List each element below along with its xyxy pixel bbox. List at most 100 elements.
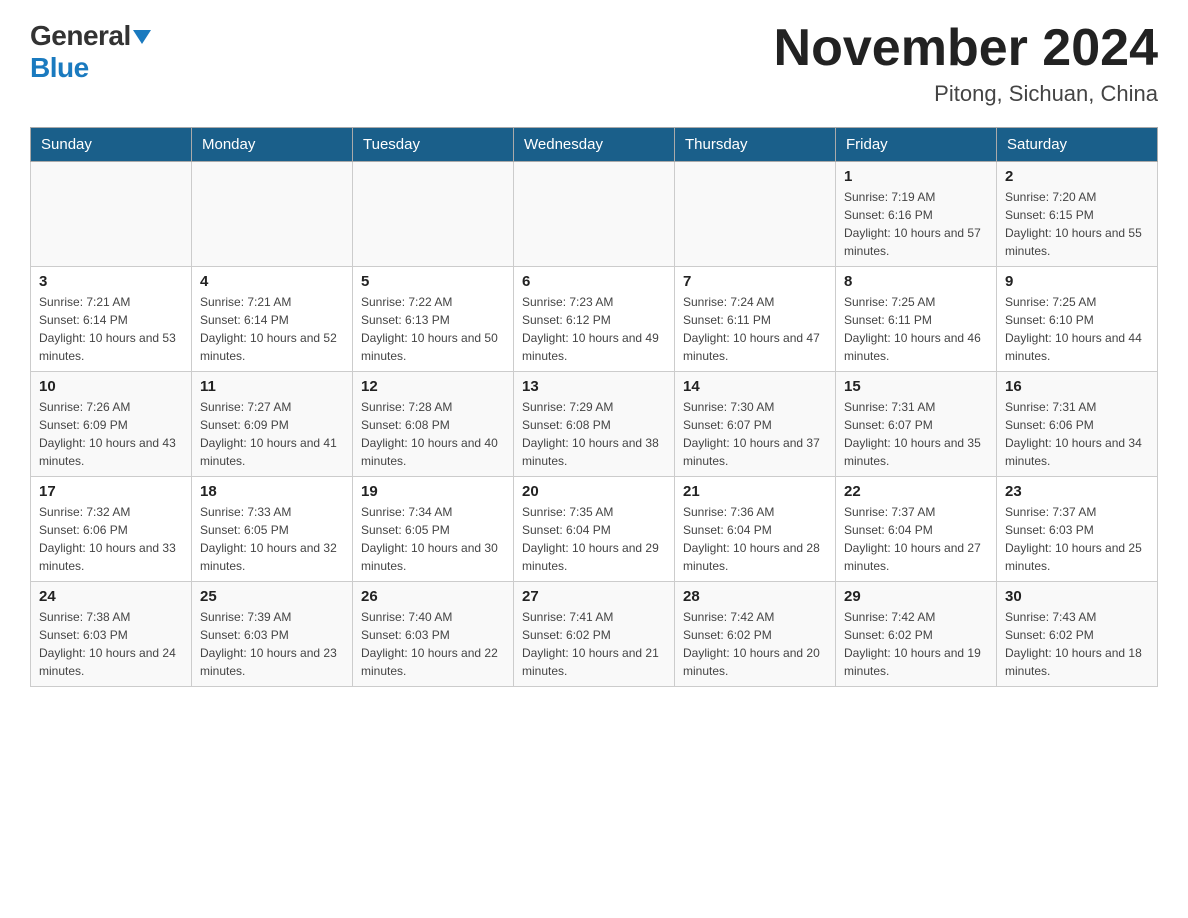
- day-number: 2: [1005, 168, 1149, 185]
- calendar-cell: 21 Sunrise: 7:36 AMSunset: 6:04 PMDayligh…: [675, 477, 836, 582]
- day-number: 8: [844, 273, 988, 290]
- day-number: 3: [39, 273, 183, 290]
- calendar-cell: 4 Sunrise: 7:21 AMSunset: 6:14 PMDaylight…: [192, 267, 353, 372]
- week-row-4: 17 Sunrise: 7:32 AMSunset: 6:06 PMDayligh…: [31, 477, 1158, 582]
- calendar-cell: [675, 162, 836, 267]
- calendar-cell: 26 Sunrise: 7:40 AMSunset: 6:03 PMDayligh…: [353, 582, 514, 687]
- day-number: 13: [522, 378, 666, 395]
- day-info: Sunrise: 7:37 AMSunset: 6:04 PMDaylight:…: [844, 503, 988, 575]
- logo-bottom-line: Blue: [30, 52, 89, 84]
- day-info: Sunrise: 7:38 AMSunset: 6:03 PMDaylight:…: [39, 608, 183, 680]
- calendar-cell: 14Sunrise: 7:30 AMSunset: 6:07 PMDayligh…: [675, 372, 836, 477]
- calendar-cell: 18 Sunrise: 7:33 AMSunset: 6:05 PMDayligh…: [192, 477, 353, 582]
- page-header: General Blue November 2024 Pitong, Sichu…: [30, 20, 1158, 107]
- day-info: Sunrise: 7:33 AMSunset: 6:05 PMDaylight:…: [200, 503, 344, 575]
- weekday-header-monday: Monday: [192, 128, 353, 162]
- day-info: Sunrise: 7:34 AMSunset: 6:05 PMDaylight:…: [361, 503, 505, 575]
- calendar-cell: 13Sunrise: 7:29 AMSunset: 6:08 PMDayligh…: [514, 372, 675, 477]
- day-info: Sunrise: 7:39 AMSunset: 6:03 PMDaylight:…: [200, 608, 344, 680]
- calendar-cell: 19 Sunrise: 7:34 AMSunset: 6:05 PMDayligh…: [353, 477, 514, 582]
- weekday-header-row: SundayMondayTuesdayWednesdayThursdayFrid…: [31, 128, 1158, 162]
- calendar-cell: 3 Sunrise: 7:21 AMSunset: 6:14 PMDaylight…: [31, 267, 192, 372]
- day-number: 12: [361, 378, 505, 395]
- day-info: Sunrise: 7:36 AMSunset: 6:04 PMDaylight:…: [683, 503, 827, 575]
- day-number: 25: [200, 588, 344, 605]
- calendar-cell: 8 Sunrise: 7:25 AMSunset: 6:11 PMDaylight…: [836, 267, 997, 372]
- day-number: 23: [1005, 483, 1149, 500]
- calendar-cell: 11 Sunrise: 7:27 AMSunset: 6:09 PMDayligh…: [192, 372, 353, 477]
- week-row-3: 10Sunrise: 7:26 AMSunset: 6:09 PMDayligh…: [31, 372, 1158, 477]
- logo-blue-text: Blue: [30, 52, 89, 83]
- day-number: 19: [361, 483, 505, 500]
- day-number: 28: [683, 588, 827, 605]
- day-info: Sunrise: 7:40 AMSunset: 6:03 PMDaylight:…: [361, 608, 505, 680]
- day-number: 27: [522, 588, 666, 605]
- day-number: 29: [844, 588, 988, 605]
- day-number: 26: [361, 588, 505, 605]
- calendar-cell: [31, 162, 192, 267]
- day-info: Sunrise: 7:37 AMSunset: 6:03 PMDaylight:…: [1005, 503, 1149, 575]
- calendar-cell: 28 Sunrise: 7:42 AMSunset: 6:02 PMDayligh…: [675, 582, 836, 687]
- day-number: 30: [1005, 588, 1149, 605]
- day-number: 7: [683, 273, 827, 290]
- calendar-cell: 16Sunrise: 7:31 AMSunset: 6:06 PMDayligh…: [997, 372, 1158, 477]
- day-info: Sunrise: 7:20 AMSunset: 6:15 PMDaylight:…: [1005, 188, 1149, 260]
- day-number: 22: [844, 483, 988, 500]
- logo-top-line: General: [30, 20, 151, 52]
- day-number: 21: [683, 483, 827, 500]
- calendar-cell: 17 Sunrise: 7:32 AMSunset: 6:06 PMDayligh…: [31, 477, 192, 582]
- weekday-header-friday: Friday: [836, 128, 997, 162]
- location-title: Pitong, Sichuan, China: [774, 81, 1158, 107]
- day-number: 4: [200, 273, 344, 290]
- weekday-header-saturday: Saturday: [997, 128, 1158, 162]
- week-row-2: 3 Sunrise: 7:21 AMSunset: 6:14 PMDaylight…: [31, 267, 1158, 372]
- calendar-cell: 5Sunrise: 7:22 AMSunset: 6:13 PMDaylight…: [353, 267, 514, 372]
- calendar-cell: 22 Sunrise: 7:37 AMSunset: 6:04 PMDayligh…: [836, 477, 997, 582]
- calendar-cell: 12 Sunrise: 7:28 AMSunset: 6:08 PMDayligh…: [353, 372, 514, 477]
- day-info: Sunrise: 7:35 AMSunset: 6:04 PMDaylight:…: [522, 503, 666, 575]
- day-number: 9: [1005, 273, 1149, 290]
- day-info: Sunrise: 7:31 AMSunset: 6:06 PMDaylight:…: [1005, 398, 1149, 470]
- logo-general-text: General: [30, 20, 131, 51]
- calendar-cell: 15Sunrise: 7:31 AMSunset: 6:07 PMDayligh…: [836, 372, 997, 477]
- week-row-5: 24Sunrise: 7:38 AMSunset: 6:03 PMDayligh…: [31, 582, 1158, 687]
- day-info: Sunrise: 7:32 AMSunset: 6:06 PMDaylight:…: [39, 503, 183, 575]
- day-info: Sunrise: 7:23 AMSunset: 6:12 PMDaylight:…: [522, 293, 666, 365]
- day-info: Sunrise: 7:21 AMSunset: 6:14 PMDaylight:…: [39, 293, 183, 365]
- day-number: 14: [683, 378, 827, 395]
- calendar-cell: 7Sunrise: 7:24 AMSunset: 6:11 PMDaylight…: [675, 267, 836, 372]
- day-number: 18: [200, 483, 344, 500]
- month-title: November 2024: [774, 20, 1158, 77]
- calendar-cell: 30Sunrise: 7:43 AMSunset: 6:02 PMDayligh…: [997, 582, 1158, 687]
- calendar-table: SundayMondayTuesdayWednesdayThursdayFrid…: [30, 127, 1158, 687]
- calendar-cell: [514, 162, 675, 267]
- day-info: Sunrise: 7:25 AMSunset: 6:10 PMDaylight:…: [1005, 293, 1149, 365]
- day-number: 5: [361, 273, 505, 290]
- day-info: Sunrise: 7:42 AMSunset: 6:02 PMDaylight:…: [683, 608, 827, 680]
- title-section: November 2024 Pitong, Sichuan, China: [774, 20, 1158, 107]
- day-info: Sunrise: 7:25 AMSunset: 6:11 PMDaylight:…: [844, 293, 988, 365]
- day-info: Sunrise: 7:42 AMSunset: 6:02 PMDaylight:…: [844, 608, 988, 680]
- calendar-cell: 25 Sunrise: 7:39 AMSunset: 6:03 PMDayligh…: [192, 582, 353, 687]
- calendar-cell: [192, 162, 353, 267]
- day-info: Sunrise: 7:28 AMSunset: 6:08 PMDaylight:…: [361, 398, 505, 470]
- calendar-cell: 27Sunrise: 7:41 AMSunset: 6:02 PMDayligh…: [514, 582, 675, 687]
- day-number: 17: [39, 483, 183, 500]
- day-info: Sunrise: 7:31 AMSunset: 6:07 PMDaylight:…: [844, 398, 988, 470]
- day-info: Sunrise: 7:21 AMSunset: 6:14 PMDaylight:…: [200, 293, 344, 365]
- weekday-header-sunday: Sunday: [31, 128, 192, 162]
- day-info: Sunrise: 7:19 AMSunset: 6:16 PMDaylight:…: [844, 188, 988, 260]
- week-row-1: 1Sunrise: 7:19 AMSunset: 6:16 PMDaylight…: [31, 162, 1158, 267]
- calendar-cell: 29 Sunrise: 7:42 AMSunset: 6:02 PMDayligh…: [836, 582, 997, 687]
- weekday-header-tuesday: Tuesday: [353, 128, 514, 162]
- day-number: 11: [200, 378, 344, 395]
- day-number: 20: [522, 483, 666, 500]
- weekday-header-wednesday: Wednesday: [514, 128, 675, 162]
- calendar-cell: 2 Sunrise: 7:20 AMSunset: 6:15 PMDaylight…: [997, 162, 1158, 267]
- calendar-cell: 6Sunrise: 7:23 AMSunset: 6:12 PMDaylight…: [514, 267, 675, 372]
- calendar-cell: 9 Sunrise: 7:25 AMSunset: 6:10 PMDaylight…: [997, 267, 1158, 372]
- calendar-cell: [353, 162, 514, 267]
- logo-triangle-icon: [133, 30, 151, 44]
- logo: General Blue: [30, 20, 151, 84]
- day-info: Sunrise: 7:27 AMSunset: 6:09 PMDaylight:…: [200, 398, 344, 470]
